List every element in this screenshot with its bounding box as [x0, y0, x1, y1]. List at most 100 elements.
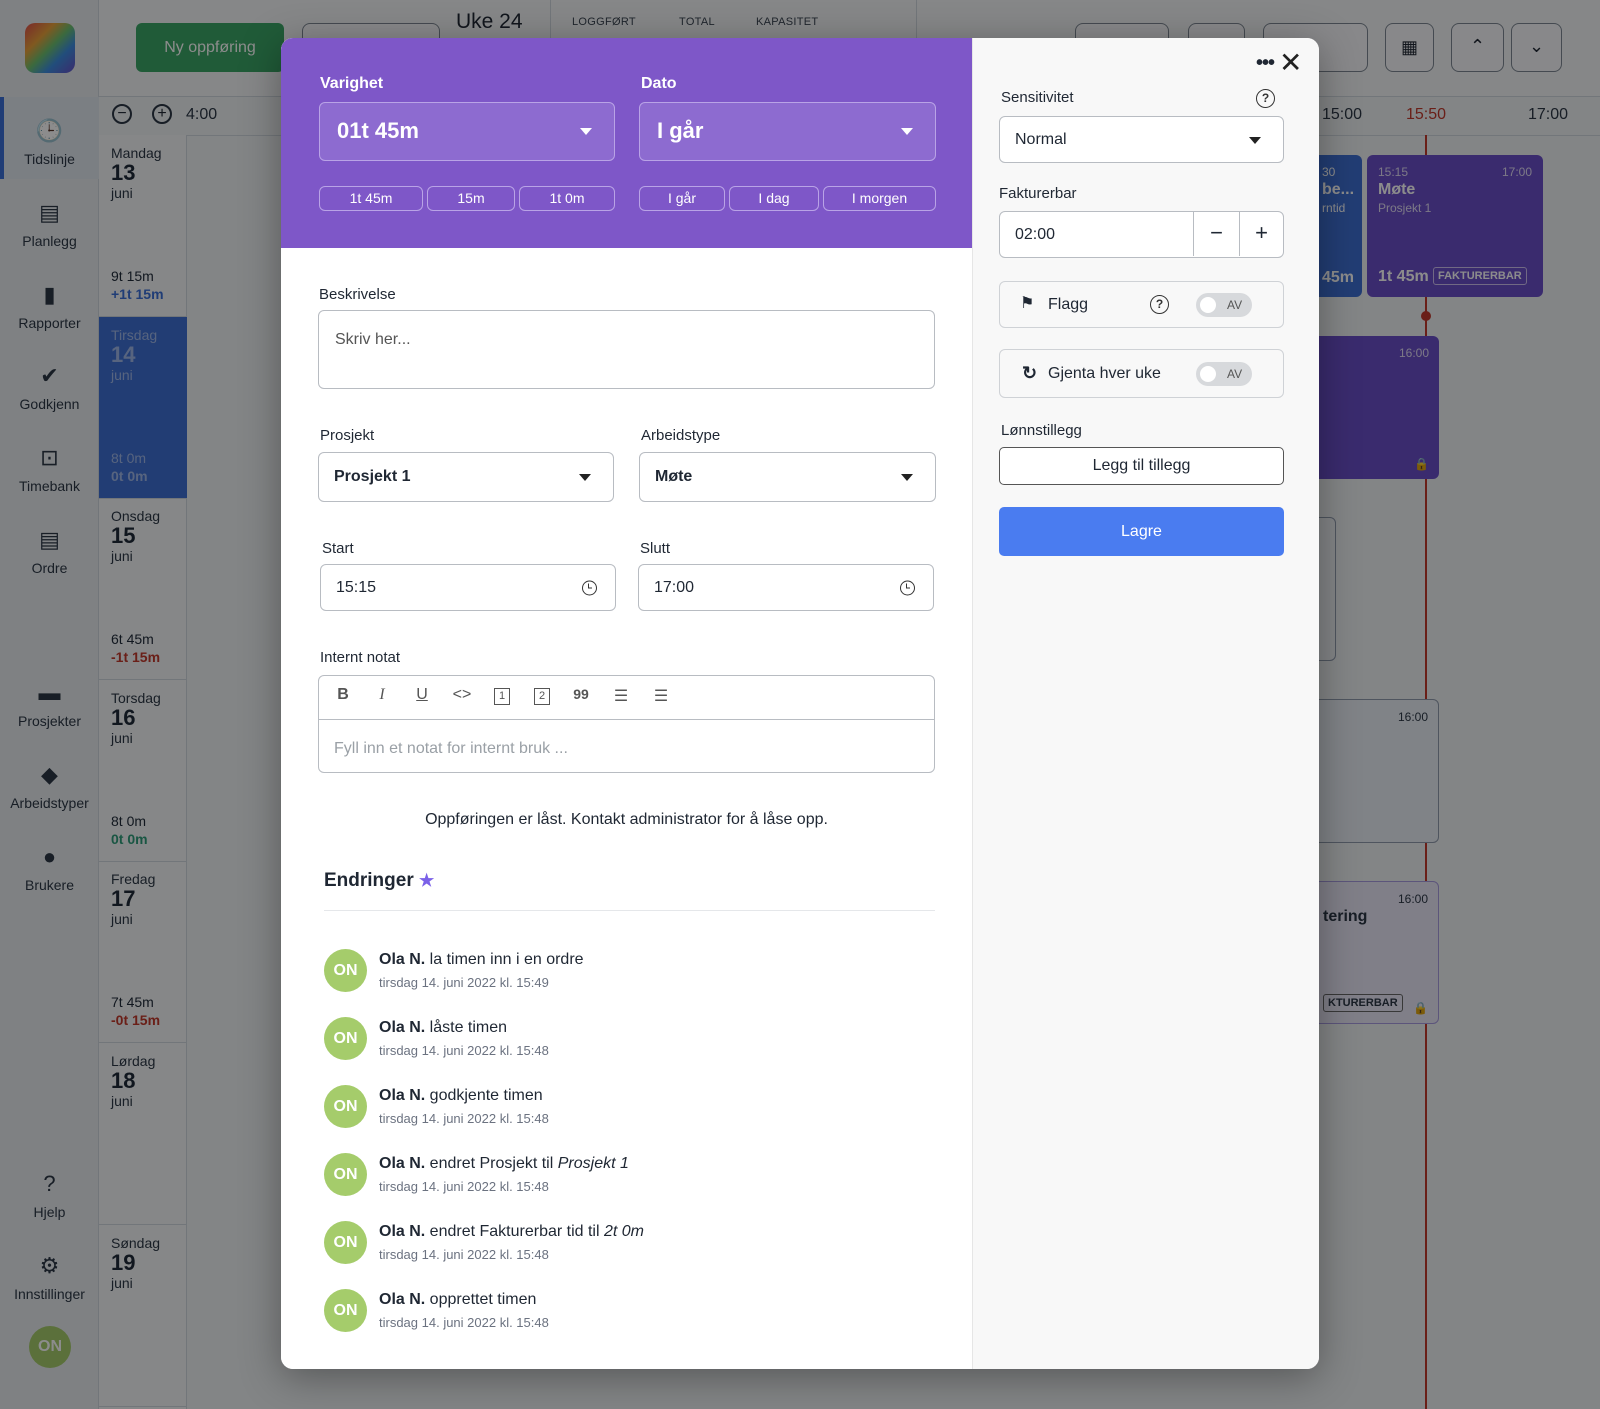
start-time-input[interactable]: 15:15: [320, 564, 616, 611]
change-text: Ola N. endret Prosjekt til Prosjekt 1: [379, 1155, 629, 1173]
previous-button[interactable]: ⌃: [1451, 23, 1504, 72]
repeat-toggle[interactable]: AV: [1196, 362, 1252, 386]
day-row[interactable]: Søndag 19 juni: [99, 1225, 187, 1407]
day-row[interactable]: Torsdag 16 juni 8t 0m 0t 0m: [99, 680, 187, 862]
day-diff: 0t 0m: [111, 830, 148, 847]
date-chip[interactable]: I går: [639, 186, 725, 211]
change-action: opprettet timen: [425, 1291, 537, 1308]
event-end: 16:00: [1398, 346, 1429, 360]
sidebar-item-timebank[interactable]: ⊡ Timebank: [0, 444, 99, 494]
event-block[interactable]: 16:00: [1300, 699, 1439, 843]
sidebar-item-prosjekter[interactable]: ▬ Prosjekter: [0, 679, 99, 729]
next-button[interactable]: ⌄: [1511, 23, 1562, 72]
sidebar-item-planlegg[interactable]: ▤ Planlegg: [0, 199, 99, 249]
help-icon[interactable]: ?: [1150, 295, 1169, 314]
duration-chip[interactable]: 1t 45m: [319, 186, 423, 211]
help-icon: ?: [43, 1171, 56, 1196]
event-block[interactable]: 16:00 tering KTURERBAR 🔒: [1300, 881, 1439, 1024]
heading-2-button[interactable]: 2: [534, 688, 550, 705]
divider: [324, 910, 935, 911]
sidebar-item-arbeidstyper[interactable]: ◆ Arbeidstyper: [0, 761, 99, 811]
zoom-out-icon[interactable]: −: [112, 104, 132, 124]
help-icon[interactable]: ?: [1256, 89, 1275, 108]
italic-button[interactable]: I: [370, 686, 394, 704]
end-label: Slutt: [640, 540, 671, 557]
change-user: Ola N.: [379, 1019, 426, 1036]
increment-button[interactable]: +: [1239, 212, 1283, 256]
change-action: godkjente timen: [425, 1087, 543, 1104]
day-row[interactable]: Tirsdag 14 juni 8t 0m 0t 0m: [99, 316, 187, 499]
sidebar-item-ordre[interactable]: ▤ Ordre: [0, 526, 99, 576]
bullet-list-icon[interactable]: ☰: [649, 686, 673, 706]
duration-chip[interactable]: 1t 0m: [519, 186, 615, 211]
day-diff: -1t 15m: [111, 649, 161, 666]
calendar-icon: ▦: [1400, 37, 1418, 57]
change-action: endret Fakturerbar tid til: [425, 1223, 604, 1240]
calendar-button[interactable]: ▦: [1385, 23, 1434, 72]
day-month: juni: [111, 729, 133, 746]
underline-button[interactable]: U: [410, 686, 434, 704]
repeat-icon: ↻: [1022, 363, 1038, 383]
change-text: Ola N. låste timen: [379, 1019, 507, 1037]
event-block[interactable]: 16:00 🔒: [1300, 336, 1439, 479]
change-user: Ola N.: [379, 1291, 426, 1308]
note-label: Internt notat: [320, 649, 401, 666]
avatar: ON: [324, 1017, 367, 1060]
lock-icon: 🔒: [1413, 1001, 1428, 1015]
note-editor[interactable]: B I U <> 1 2 99 ☰ ☰ Fyll inn et notat fo…: [318, 675, 935, 773]
day-date: 17: [111, 886, 136, 912]
avatar: ON: [324, 1153, 367, 1196]
avatar: ON: [324, 949, 367, 992]
duration-chip[interactable]: 15m: [427, 186, 515, 211]
heading-1-button[interactable]: 1: [494, 688, 510, 705]
event-start: 15:15: [1378, 165, 1409, 179]
sensitivity-select[interactable]: Normal: [999, 116, 1284, 163]
event-end: 16:00: [1397, 892, 1428, 906]
sidebar-item-hjelp[interactable]: ? Hjelp: [0, 1170, 99, 1220]
toggle-state: AV: [1227, 367, 1243, 381]
sidebar-item-tidslinje[interactable]: 🕒 Tidslinje: [0, 117, 99, 167]
day-row[interactable]: Lørdag 18 juni: [99, 1043, 187, 1225]
more-options-icon[interactable]: •••: [1256, 52, 1275, 75]
day-month: juni: [111, 548, 133, 565]
quote-button[interactable]: 99: [569, 686, 593, 702]
sidebar-item-label: Arbeidstyper: [10, 795, 89, 811]
zoom-in-icon[interactable]: +: [152, 104, 172, 124]
ordered-list-icon[interactable]: ☰: [609, 686, 633, 706]
project-select[interactable]: Prosjekt 1: [318, 452, 614, 502]
date-chip[interactable]: I morgen: [823, 186, 936, 211]
close-icon[interactable]: ✕: [1279, 46, 1302, 79]
description-input[interactable]: Skriv her...: [318, 310, 935, 389]
sidebar-item-rapporter[interactable]: ▮ Rapporter: [0, 281, 99, 331]
clock-icon: [900, 580, 915, 595]
column-logged: LOGGFØRT: [572, 16, 636, 28]
sidebar-item-label: Brukere: [24, 877, 75, 893]
billable-value[interactable]: 02:00: [1015, 226, 1055, 244]
day-row[interactable]: Onsdag 15 juni 6t 45m -1t 15m: [99, 498, 187, 681]
save-button[interactable]: Lagre: [999, 507, 1284, 556]
flag-toggle[interactable]: AV: [1196, 293, 1252, 317]
duration-select[interactable]: 01t 45m: [319, 102, 615, 161]
new-entry-button[interactable]: Ny oppføring: [136, 23, 284, 72]
day-row[interactable]: Mandag 13 juni 9t 15m +1t 15m: [99, 135, 187, 317]
sidebar-item-brukere[interactable]: ● Brukere: [0, 843, 99, 893]
avatar[interactable]: ON: [29, 1326, 71, 1368]
sidebar-item-innstillinger[interactable]: ⚙ Innstillinger: [0, 1252, 99, 1302]
end-time-input[interactable]: 17:00: [638, 564, 934, 611]
sidebar-item-godkjenn[interactable]: ✔ Godkjenn: [0, 362, 99, 412]
project-label: Prosjekt: [320, 427, 375, 444]
billable-label: Fakturerbar: [999, 185, 1077, 202]
date-chip[interactable]: I dag: [729, 186, 819, 211]
day-diff: -0t 15m: [111, 1012, 161, 1029]
worktype-select[interactable]: Møte: [639, 452, 936, 502]
code-button[interactable]: <>: [450, 686, 474, 704]
event-block-mote[interactable]: 15:15 17:00 Møte Prosjekt 1 1t 45m FAKTU…: [1367, 155, 1543, 297]
star-icon[interactable]: ★: [419, 871, 434, 890]
day-row[interactable]: Fredag 17 juni 7t 45m -0t 15m: [99, 861, 187, 1044]
decrement-button[interactable]: −: [1193, 212, 1239, 256]
bold-button[interactable]: B: [331, 686, 355, 704]
date-select[interactable]: I går: [639, 102, 936, 161]
add-wage-button[interactable]: Legg til tillegg: [999, 447, 1284, 485]
flag-label: Flagg: [1048, 296, 1089, 313]
timeline-tick: 17:00: [1528, 106, 1569, 123]
